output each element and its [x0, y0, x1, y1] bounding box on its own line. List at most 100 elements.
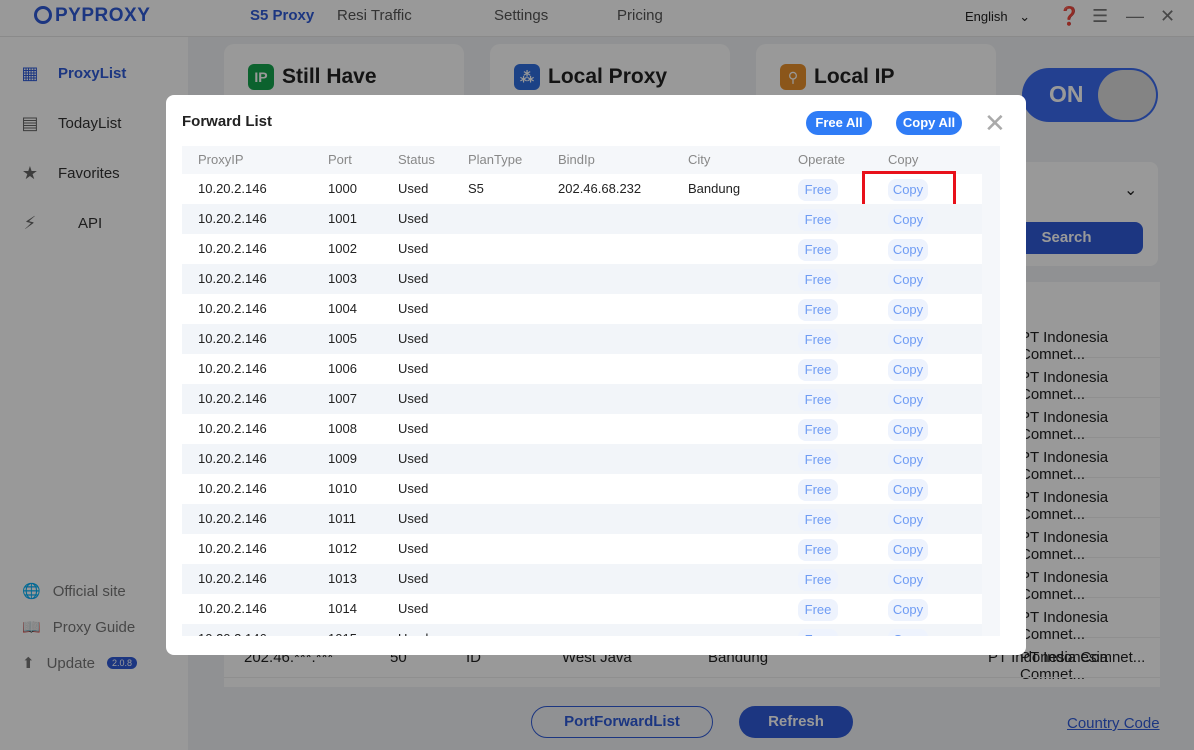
free-button[interactable]: Free: [798, 269, 838, 291]
column-header: ProxyIP: [198, 152, 244, 167]
table-header: ProxyIP Port Status PlanType BindIp City Opera…: [182, 146, 1000, 174]
cell-port: 1000: [328, 181, 357, 196]
free-button[interactable]: Free: [798, 359, 838, 381]
cell-ip: 10.20.2.146: [198, 241, 267, 256]
cell-ip: 10.20.2.146: [198, 361, 267, 376]
free-all-button[interactable]: Free All: [806, 111, 872, 135]
copy-button[interactable]: Copy: [888, 539, 928, 561]
table-row: 10.20.2.146 1007 Used Free Copy: [182, 384, 982, 414]
cell-ip: 10.20.2.146: [198, 181, 267, 196]
cell-status: Used: [398, 271, 429, 286]
cell-ip: 10.20.2.146: [198, 211, 267, 226]
column-header: Port: [328, 152, 352, 167]
table-row: 10.20.2.146 1000 Used S5 202.46.68.232 Bandun…: [182, 171, 982, 211]
free-button[interactable]: Free: [798, 509, 838, 531]
cell-ip: 10.20.2.146: [198, 541, 267, 556]
copy-button[interactable]: Copy: [888, 629, 928, 636]
table-row: 10.20.2.146 1004 Used Free Copy: [182, 294, 982, 324]
cell-port: 1004: [328, 301, 357, 316]
free-button[interactable]: Free: [798, 299, 838, 321]
copy-button[interactable]: Copy: [888, 329, 928, 351]
copy-button[interactable]: Copy: [888, 359, 928, 381]
cell-status: Used: [398, 211, 429, 226]
table-row: 10.20.2.146 1001 Used Free Copy: [182, 204, 982, 234]
free-button[interactable]: Free: [798, 599, 838, 621]
cell-city: Bandung: [688, 181, 741, 196]
table-row: 10.20.2.146 1003 Used Free Copy: [182, 264, 982, 294]
copy-button[interactable]: Copy: [888, 389, 928, 411]
free-button[interactable]: Free: [798, 449, 838, 471]
copy-button[interactable]: Copy: [888, 419, 928, 441]
table-row: 10.20.2.146 1011 Used Free Copy: [182, 504, 982, 534]
free-button[interactable]: Free: [798, 569, 838, 591]
table-row: 10.20.2.146 1013 Used Free Copy: [182, 564, 982, 594]
cell-status: Used: [398, 331, 429, 346]
free-button[interactable]: Free: [798, 419, 838, 441]
column-header: Operate: [798, 152, 845, 167]
table-row: 10.20.2.146 1010 Used Free Copy: [182, 474, 982, 504]
cell-ip: 10.20.2.146: [198, 511, 267, 526]
table-row: 10.20.2.146 1002 Used Free Copy: [182, 234, 982, 264]
cell-ip: 10.20.2.146: [198, 301, 267, 316]
free-button[interactable]: Free: [798, 329, 838, 351]
copy-button[interactable]: Copy: [888, 209, 928, 231]
copy-button[interactable]: Copy: [888, 299, 928, 321]
column-header: PlanType: [468, 152, 523, 167]
copy-button[interactable]: Copy: [888, 449, 928, 471]
cell-ip: 10.20.2.146: [198, 331, 267, 346]
cell-port: 1001: [328, 211, 357, 226]
cell-port: 1005: [328, 331, 357, 346]
forward-table[interactable]: ProxyIP Port Status PlanType BindIp City Opera…: [182, 146, 1000, 636]
cell-port: 1002: [328, 241, 357, 256]
cell-port: 1015: [328, 631, 357, 636]
forward-list-modal: Forward List Free All Copy All ✕ ProxyIP…: [166, 95, 1026, 655]
cell-port: 1011: [328, 511, 356, 526]
cell-status: Used: [398, 241, 429, 256]
cell-ip: 10.20.2.146: [198, 451, 267, 466]
cell-port: 1012: [328, 541, 357, 556]
cell-plan: S5: [468, 181, 484, 196]
column-header: BindIp: [558, 152, 595, 167]
copy-button[interactable]: Copy: [888, 239, 928, 261]
free-button[interactable]: Free: [798, 539, 838, 561]
free-button[interactable]: Free: [798, 479, 838, 501]
column-header: Status: [398, 152, 435, 167]
cell-status: Used: [398, 511, 429, 526]
cell-status: Used: [398, 451, 429, 466]
free-button[interactable]: Free: [798, 239, 838, 261]
free-button[interactable]: Free: [798, 209, 838, 231]
column-header: City: [688, 152, 711, 167]
table-row: 10.20.2.146 1012 Used Free Copy: [182, 534, 982, 564]
free-button[interactable]: Free: [798, 179, 838, 201]
copy-all-button[interactable]: Copy All: [896, 111, 962, 135]
cell-ip: 10.20.2.146: [198, 481, 267, 496]
table-row: 10.20.2.146 1008 Used Free Copy: [182, 414, 982, 444]
copy-button[interactable]: Copy: [888, 269, 928, 291]
cell-status: Used: [398, 631, 428, 636]
table-row: 10.20.2.146 1005 Used Free Copy: [182, 324, 982, 354]
modal-title: Forward List: [182, 113, 273, 130]
cell-status: Used: [398, 181, 429, 196]
cell-status: Used: [398, 541, 429, 556]
copy-button[interactable]: Copy: [888, 509, 928, 531]
cell-port: 1014: [328, 601, 357, 616]
cell-ip: 10.20.2.146: [198, 571, 267, 586]
cell-ip: 10.20.2.146: [198, 271, 267, 286]
cell-port: 1008: [328, 421, 357, 436]
free-button[interactable]: Free: [798, 629, 838, 636]
copy-button[interactable]: Copy: [888, 479, 928, 501]
copy-button[interactable]: Copy: [888, 599, 928, 621]
table-row: 10.20.2.146 1009 Used Free Copy: [182, 444, 982, 474]
cell-port: 1007: [328, 391, 357, 406]
cell-status: Used: [398, 421, 429, 436]
column-header: Copy: [888, 152, 919, 167]
copy-button[interactable]: Copy: [888, 569, 928, 591]
close-icon[interactable]: ✕: [984, 110, 1006, 136]
cell-status: Used: [398, 601, 429, 616]
cell-port: 1013: [328, 571, 357, 586]
cell-port: 1006: [328, 361, 357, 376]
cell-ip: 10.20.2.146: [198, 601, 267, 616]
free-button[interactable]: Free: [798, 389, 838, 411]
table-row: 10.20.2.146 1006 Used Free Copy: [182, 354, 982, 384]
table-row: 10.20.2.146 1014 Used Free Copy: [182, 594, 982, 624]
